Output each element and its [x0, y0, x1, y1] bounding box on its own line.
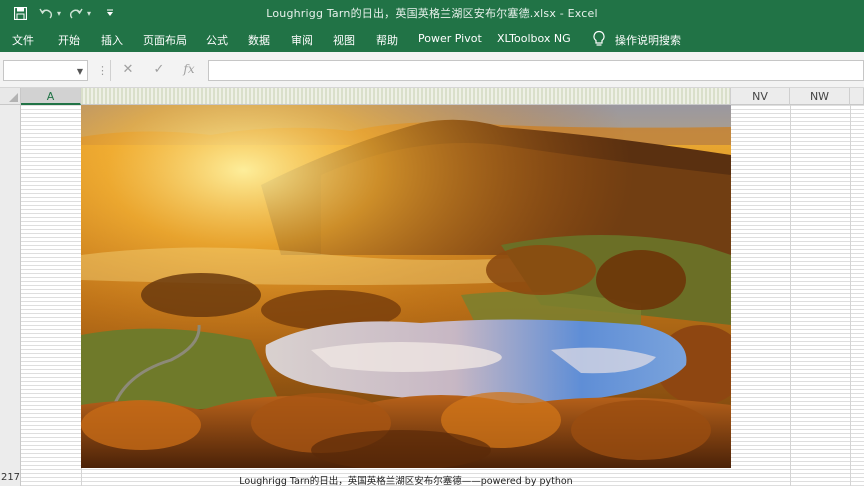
column-header-partial[interactable] — [850, 88, 864, 105]
formula-bar-area: ▼ ⋮ ✕ ✓ fx — [0, 52, 864, 88]
row-header-column[interactable] — [0, 105, 21, 486]
tab-xltoolbox[interactable]: XLToolbox NG — [497, 32, 571, 45]
divider — [110, 60, 111, 81]
ribbon-tabs: 文件 开始 插入 页面布局 公式 数据 审阅 视图 帮助 Power Pivot… — [0, 26, 864, 52]
name-box-dropdown-icon[interactable]: ▼ — [77, 67, 83, 76]
tab-page-layout[interactable]: 页面布局 — [143, 32, 187, 48]
select-all-corner[interactable] — [0, 88, 21, 105]
tell-me-search[interactable]: 操作说明搜索 — [615, 32, 681, 48]
tab-formulas[interactable]: 公式 — [206, 32, 228, 48]
tab-power-pivot[interactable]: Power Pivot — [418, 32, 482, 45]
insert-function-icon[interactable]: fx — [181, 62, 197, 76]
image-caption: Loughrigg Tarn的日出，英国英格兰湖区安布尔塞德——powered … — [239, 476, 573, 486]
gridline — [790, 105, 791, 486]
formula-bar-grip-icon[interactable]: ⋮ — [97, 64, 108, 77]
tab-home[interactable]: 开始 — [58, 32, 80, 48]
window-title: Loughrigg Tarn的日出，英国英格兰湖区安布尔塞德.xlsx - Ex… — [266, 7, 598, 20]
title-bar: ▾ ▾ Loughrigg Tarn的日出，英国英格兰湖区安布尔塞德.xlsx … — [0, 0, 864, 26]
cancel-icon[interactable]: ✕ — [120, 62, 136, 77]
tab-help[interactable]: 帮助 — [376, 32, 398, 48]
enter-icon[interactable]: ✓ — [151, 62, 167, 77]
column-header-a[interactable]: A — [21, 88, 81, 105]
column-header-nv[interactable]: NV — [731, 88, 790, 105]
gridline — [850, 105, 851, 486]
tab-data[interactable]: 数据 — [248, 32, 270, 48]
column-header-strip[interactable] — [81, 88, 731, 105]
row-number[interactable]: 217 — [0, 472, 21, 483]
formula-input[interactable] — [208, 60, 864, 81]
worksheet-grid[interactable]: A NV NW 217 Loughrigg Tarn的日出，英国英格兰湖区安布尔… — [0, 88, 864, 486]
landscape-photo[interactable] — [81, 105, 731, 468]
tab-insert[interactable]: 插入 — [101, 32, 123, 48]
column-header-nw[interactable]: NW — [790, 88, 850, 105]
tab-file[interactable]: 文件 — [12, 32, 34, 48]
name-box[interactable]: ▼ — [3, 60, 88, 81]
tab-review[interactable]: 审阅 — [291, 32, 313, 48]
lightbulb-icon — [593, 30, 605, 46]
tab-view[interactable]: 视图 — [333, 32, 355, 48]
